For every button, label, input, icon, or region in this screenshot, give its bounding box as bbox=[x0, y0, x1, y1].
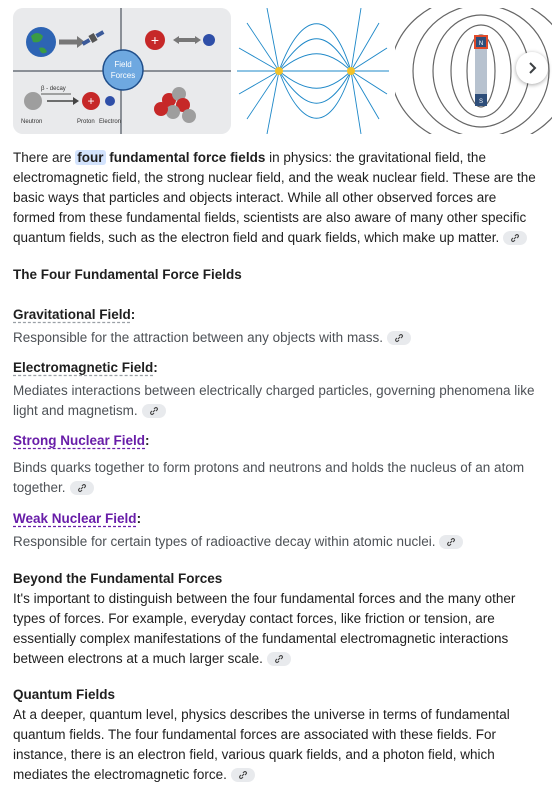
earth-icon bbox=[26, 27, 56, 57]
field-desc-weak: Responsible for certain types of radioac… bbox=[13, 532, 539, 552]
chevron-right-icon[interactable] bbox=[516, 52, 548, 84]
link-icon[interactable] bbox=[386, 331, 411, 346]
section-heading: The Four Fundamental Force Fields bbox=[13, 267, 242, 282]
svg-text:Field: Field bbox=[114, 60, 131, 69]
field-title-strong: Strong Nuclear Field: bbox=[13, 433, 150, 448]
link-icon[interactable] bbox=[266, 652, 291, 667]
intro-paragraph: There are four fundamental force fields … bbox=[13, 150, 536, 246]
svg-text:Electron: Electron bbox=[99, 119, 121, 125]
beyond-heading: Beyond the Fundamental Forces bbox=[13, 571, 223, 586]
highlighted-term: four bbox=[75, 150, 106, 165]
svg-text:Neutron: Neutron bbox=[21, 119, 42, 125]
svg-text:N: N bbox=[479, 41, 483, 47]
strong-nuclear-field-link[interactable]: Strong Nuclear Field bbox=[13, 433, 145, 448]
answer-content: There are four fundamental force fields … bbox=[0, 148, 552, 785]
link-icon[interactable] bbox=[439, 535, 464, 550]
image-carousel: + β - decay + Neutron Proton Electron Fi… bbox=[0, 0, 552, 138]
link-icon[interactable] bbox=[230, 768, 255, 783]
link-icon[interactable] bbox=[141, 404, 166, 419]
beyond-paragraph: It's important to distinguish between th… bbox=[13, 591, 516, 667]
link-icon[interactable] bbox=[69, 481, 94, 496]
field-desc-strong: Binds quarks together to form protons an… bbox=[13, 460, 525, 496]
weak-nuclear-field-link[interactable]: Weak Nuclear Field bbox=[13, 511, 137, 526]
field-forces-image[interactable]: + β - decay + Neutron Proton Electron Fi… bbox=[13, 8, 231, 134]
field-desc-electromagnetic: Mediates interactions between electrical… bbox=[13, 383, 535, 419]
link-icon[interactable] bbox=[503, 231, 528, 246]
field-title-gravitational: Gravitational Field: bbox=[13, 307, 136, 322]
field-title-weak: Weak Nuclear Field: bbox=[13, 511, 142, 526]
field-title-electromagnetic: Electromagnetic Field: bbox=[13, 360, 158, 375]
svg-text:Forces: Forces bbox=[111, 71, 135, 80]
svg-text:+: + bbox=[87, 94, 94, 108]
svg-text:S: S bbox=[479, 99, 483, 105]
quantum-heading: Quantum Fields bbox=[13, 687, 116, 702]
svg-text:Proton: Proton bbox=[77, 119, 95, 125]
electric-field-lines-image[interactable] bbox=[237, 8, 389, 134]
quantum-paragraph: At a deeper, quantum level, physics desc… bbox=[13, 707, 510, 783]
svg-text:β - decay: β - decay bbox=[41, 86, 66, 92]
field-desc-gravitational: Responsible for the attraction between a… bbox=[13, 328, 539, 348]
svg-text:+: + bbox=[151, 32, 159, 48]
